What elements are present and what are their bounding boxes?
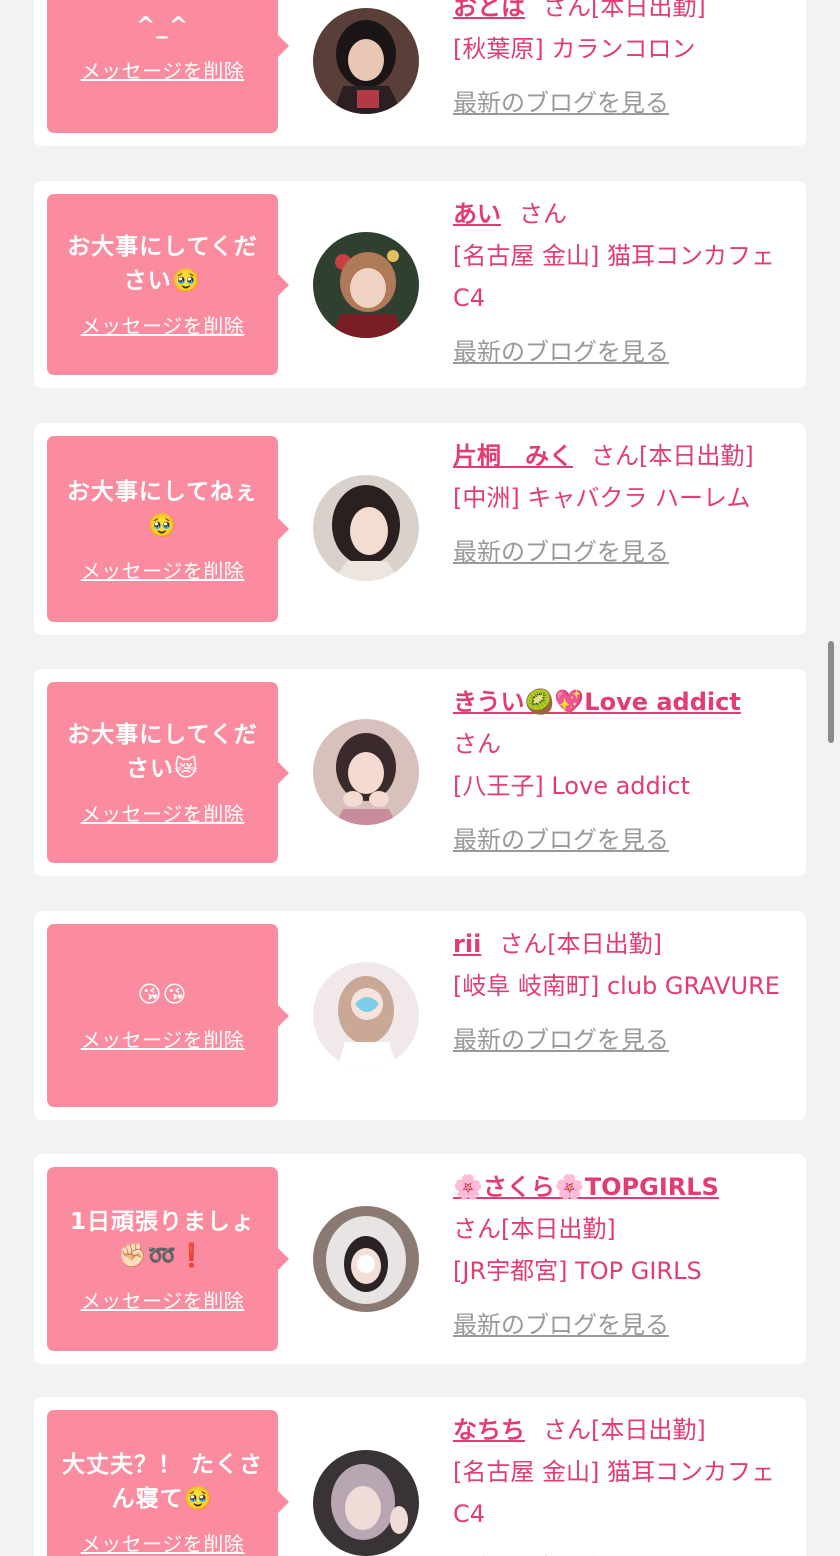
- honorific: さん: [519, 200, 567, 228]
- message-bubble: 😘😘 メッセージを削除: [47, 924, 289, 1107]
- status-badge: [本日出勤]: [639, 442, 754, 470]
- delete-message-link[interactable]: メッセージを削除: [81, 1024, 245, 1053]
- latest-blog-link[interactable]: 最新のブログを見る: [453, 819, 798, 861]
- cast-name-link[interactable]: あい: [453, 200, 501, 228]
- girl-photo-avatar-icon: [313, 232, 419, 338]
- message-bubble: ^_^ メッセージを削除: [47, 0, 289, 133]
- latest-blog-link[interactable]: 最新のブログを見る: [453, 1547, 798, 1556]
- shop-label: [秋葉原] カランコロン: [453, 35, 696, 63]
- cast-info: きうい🥝💖Love addict さん [八王子] Love addict 最新の…: [453, 681, 798, 861]
- message-bubble: 1日頑張りましょ✊🏻➿❗️ メッセージを削除: [47, 1167, 289, 1351]
- scrollbar[interactable]: [828, 641, 834, 743]
- avatar[interactable]: [313, 1206, 419, 1312]
- delete-message-link[interactable]: メッセージを削除: [81, 310, 245, 339]
- honorific: さん: [453, 1215, 501, 1243]
- shop-label: [岐阜 岐南町] club GRAVURE: [453, 972, 780, 1000]
- girl-photo-avatar-icon: [313, 719, 419, 825]
- message-text: 1日頑張りましょ✊🏻➿❗️: [69, 1208, 255, 1269]
- honorific: さん: [543, 1416, 591, 1444]
- list-item: ^_^ メッセージを削除 おとは さん[本日出勤] [秋葉原] カランコロン 最新…: [34, 0, 806, 146]
- cast-name-link[interactable]: 片桐 みく: [453, 442, 573, 470]
- shop-label: [名古屋 金山] 猫耳コンカフェ C4: [453, 242, 775, 312]
- honorific: さん: [453, 730, 501, 758]
- shop-label: [中洲] キャバクラ ハーレム: [453, 484, 751, 512]
- girl-photo-avatar-icon: [313, 8, 419, 114]
- latest-blog-link[interactable]: 最新のブログを見る: [453, 1019, 798, 1061]
- message-text: 大丈夫？！ たくさん寝て🥹: [61, 1451, 263, 1512]
- cast-info: なちちさん[本日出勤] [名古屋 金山] 猫耳コンカフェ C4 最新のブログを見…: [453, 1409, 798, 1556]
- message-text: 😘😘: [137, 982, 188, 1008]
- avatar[interactable]: [313, 475, 419, 581]
- message-bubble: 大丈夫？！ たくさん寝て🥹 メッセージを削除: [47, 1410, 289, 1556]
- delete-message-link[interactable]: メッセージを削除: [81, 1528, 245, 1556]
- status-badge: [本日出勤]: [547, 930, 663, 958]
- avatar[interactable]: [313, 1450, 419, 1556]
- avatar[interactable]: [313, 962, 419, 1068]
- list-item: 大丈夫？！ たくさん寝て🥹 メッセージを削除 なちち さん[本日出勤] [名古屋 …: [34, 1397, 806, 1556]
- delete-message-link[interactable]: メッセージを削除: [81, 798, 245, 827]
- avatar[interactable]: [313, 8, 419, 114]
- message-text: お大事にしてねぇ🥹: [66, 478, 259, 539]
- delete-message-link[interactable]: メッセージを削除: [81, 1285, 245, 1314]
- cast-info: 🌸さくら🌸TOPGIRLS さん[本日出勤] [JR宇都宮] TOP GIRLS …: [453, 1166, 798, 1346]
- cast-info: おとは さん[本日出勤] [秋葉原] カランコロン 最新のブログを見る: [453, 0, 798, 124]
- status-badge: [本日出勤]: [501, 1215, 616, 1243]
- shop-label: [JR宇都宮] TOP GIRLS: [453, 1257, 702, 1285]
- girl-photo-avatar-icon: [313, 962, 419, 1068]
- shop-label: [八王子] Love addict: [453, 772, 691, 800]
- cast-info: 片桐 みく さん[本日出勤] [中洲] キャバクラ ハーレム 最新のブログを見る: [453, 435, 798, 573]
- girl-photo-avatar-icon: [313, 1206, 419, 1312]
- girl-photo-avatar-icon: [313, 475, 419, 581]
- cast-name-link[interactable]: 🌸さくら🌸TOPGIRLS: [453, 1173, 719, 1201]
- message-bubble: お大事にしてねぇ🥹 メッセージを削除: [47, 436, 289, 622]
- message-bubble: お大事にしてください😿 メッセージを削除: [47, 682, 289, 863]
- latest-blog-link[interactable]: 最新のブログを見る: [453, 82, 798, 124]
- cast-name-link[interactable]: なちち: [453, 1416, 525, 1444]
- list-item: お大事にしてください🥹 メッセージを削除 あい さん [名古屋 金山] 猫耳コンカ…: [34, 181, 806, 388]
- cast-name-link[interactable]: おとは: [453, 0, 525, 21]
- message-text: お大事にしてください🥹: [67, 234, 258, 294]
- message-bubble: お大事にしてください🥹 メッセージを削除: [47, 194, 289, 375]
- avatar[interactable]: [313, 232, 419, 338]
- honorific: さん: [499, 930, 548, 958]
- cast-name-link[interactable]: きうい🥝💖Love addict: [453, 688, 741, 716]
- list-item: 1日頑張りましょ✊🏻➿❗️ メッセージを削除 🌸さくら🌸TOPGIRLS さん[本…: [34, 1154, 806, 1364]
- honorific: さん: [543, 0, 591, 21]
- message-text: お大事にしてください😿: [67, 722, 258, 782]
- message-list-viewport: ^_^ メッセージを削除 おとは さん[本日出勤] [秋葉原] カランコロン 最新…: [0, 0, 840, 1556]
- latest-blog-link[interactable]: 最新のブログを見る: [453, 531, 798, 573]
- list-item: 😘😘 メッセージを削除 rii さん[本日出勤] [岐阜 岐南町] club GR…: [34, 911, 806, 1120]
- status-badge: [本日出勤]: [591, 1416, 706, 1444]
- status-badge: [本日出勤]: [591, 0, 706, 21]
- delete-message-link[interactable]: メッセージを削除: [81, 555, 245, 584]
- girl-photo-avatar-icon: [313, 1450, 419, 1556]
- latest-blog-link[interactable]: 最新のブログを見る: [453, 1304, 798, 1346]
- list-item: お大事にしてねぇ🥹 メッセージを削除 片桐 みく さん[本日出勤] [中洲] キャ…: [34, 423, 806, 635]
- latest-blog-link[interactable]: 最新のブログを見る: [453, 331, 798, 373]
- message-text: ^_^: [135, 12, 190, 39]
- honorific: さん: [591, 442, 639, 470]
- cast-info: あい さん [名古屋 金山] 猫耳コンカフェ C4 最新のブログを見る: [453, 193, 798, 373]
- cast-name-link[interactable]: rii: [453, 930, 481, 958]
- avatar[interactable]: [313, 719, 419, 825]
- list-item: お大事にしてください😿 メッセージを削除 きうい🥝💖Love addict さん …: [34, 669, 806, 876]
- shop-label: [名古屋 金山] 猫耳コンカフェ C4: [453, 1458, 775, 1528]
- cast-info: rii さん[本日出勤] [岐阜 岐南町] club GRAVURE 最新のブログ…: [453, 923, 798, 1061]
- delete-message-link[interactable]: メッセージを削除: [81, 55, 245, 84]
